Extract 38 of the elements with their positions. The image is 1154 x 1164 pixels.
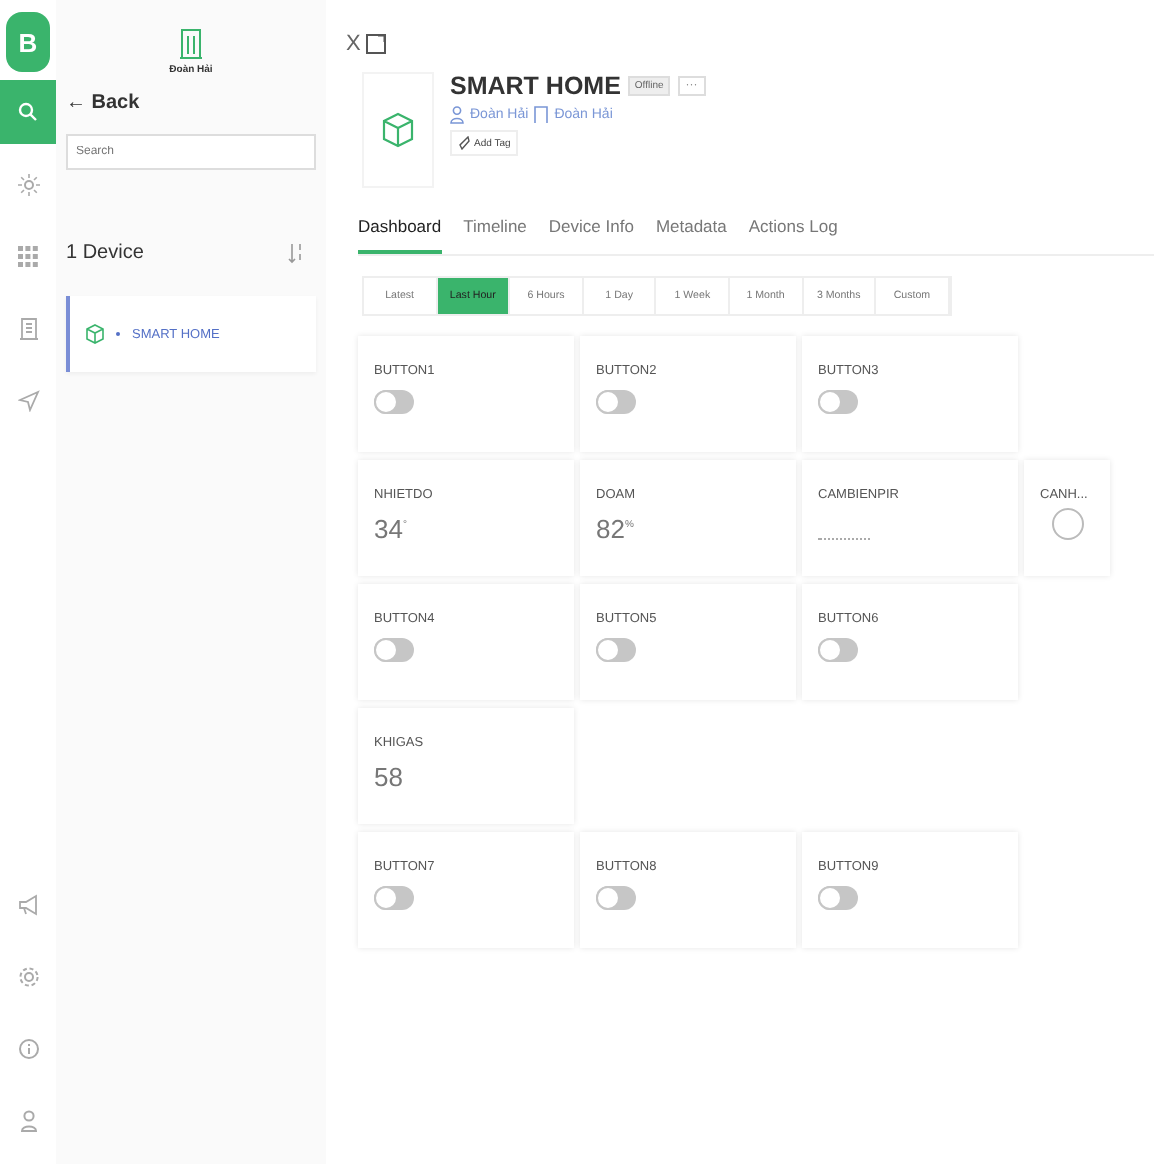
empty-value-line bbox=[818, 538, 870, 540]
tag-icon bbox=[458, 136, 470, 150]
toggle-switch[interactable] bbox=[374, 390, 414, 414]
widget-value: 34$^{°}$ bbox=[374, 514, 409, 544]
toggle-switch[interactable] bbox=[818, 390, 858, 414]
paper-plane-icon bbox=[17, 389, 39, 411]
toggle-switch[interactable] bbox=[596, 390, 636, 414]
sort-icon[interactable] bbox=[288, 242, 304, 264]
tab[interactable]: Actions Log bbox=[748, 216, 838, 254]
back-link[interactable]: ← Back bbox=[66, 92, 316, 114]
person-icon bbox=[450, 106, 464, 124]
toggle-switch[interactable] bbox=[818, 638, 858, 662]
device-count: 1 Device bbox=[66, 242, 144, 264]
sun-icon bbox=[17, 173, 39, 195]
search-icon bbox=[18, 102, 38, 122]
search-nav-item[interactable] bbox=[0, 80, 56, 144]
toggle-switch[interactable] bbox=[374, 886, 414, 910]
grid-icon bbox=[18, 245, 38, 267]
megaphone-icon[interactable] bbox=[17, 893, 39, 915]
toggle-switch[interactable] bbox=[596, 886, 636, 910]
person-icon[interactable] bbox=[19, 1109, 37, 1131]
tab[interactable]: Dashboard bbox=[358, 216, 442, 254]
tab[interactable]: Timeline bbox=[463, 216, 527, 254]
widget-value: 82$^{%}$ bbox=[596, 514, 636, 544]
widget-value: 58 bbox=[374, 762, 405, 792]
logo-badge[interactable]: B bbox=[6, 12, 50, 72]
toggle-switch[interactable] bbox=[818, 886, 858, 910]
toggle-switch[interactable] bbox=[374, 638, 414, 662]
cube-icon bbox=[382, 112, 414, 148]
expand-icon[interactable] bbox=[366, 34, 387, 54]
settings-icon[interactable] bbox=[17, 965, 39, 987]
toggle-switch[interactable] bbox=[596, 638, 636, 662]
cube-icon bbox=[86, 324, 104, 344]
device-name: SMART HOME bbox=[450, 72, 621, 100]
tab[interactable]: Metadata bbox=[655, 216, 727, 254]
close-icon[interactable]: X bbox=[346, 32, 361, 56]
tab[interactable]: Device Info bbox=[548, 216, 634, 254]
info-icon[interactable] bbox=[17, 1037, 39, 1059]
